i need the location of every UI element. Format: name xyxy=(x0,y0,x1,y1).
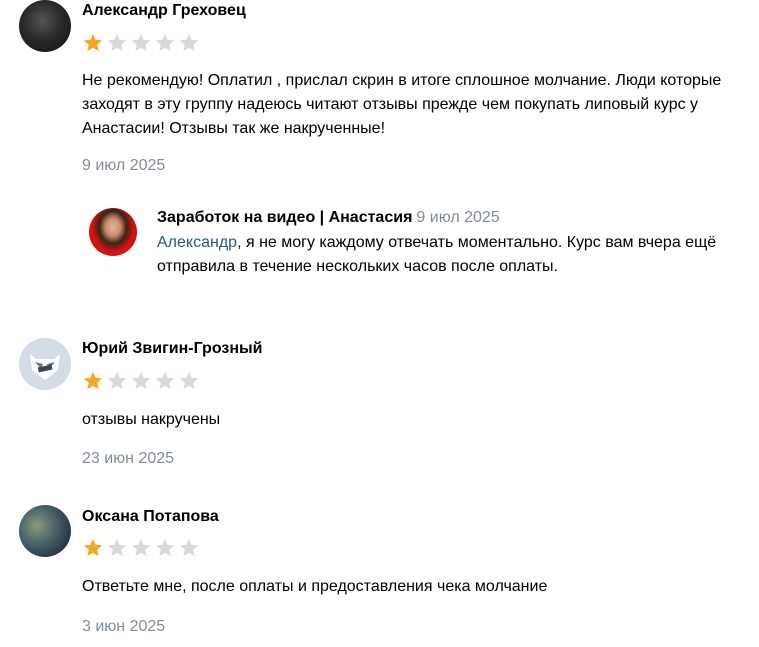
rating-stars xyxy=(82,537,200,559)
review-date[interactable]: 23 июн 2025 xyxy=(82,450,174,468)
reply-author-line: Заработок на видео | Анастасия 9 июл 2025 xyxy=(157,209,500,227)
admin-reply: Заработок на видео | Анастасия 9 июл 2025… xyxy=(0,205,759,285)
reply-author[interactable]: Заработок на видео | Анастасия xyxy=(157,209,412,226)
review-date[interactable]: 9 июл 2025 xyxy=(82,157,165,175)
star-filled-icon xyxy=(83,33,103,52)
star-filled-icon xyxy=(83,371,103,390)
reply-text: Александр, я не могу каждому отвечать мо… xyxy=(157,231,747,279)
star-empty-icon xyxy=(131,538,151,557)
review-text: отзывы накручены xyxy=(82,411,221,428)
star-empty-icon xyxy=(155,538,175,557)
star-empty-icon xyxy=(179,371,199,390)
review-author[interactable]: Александр Греховец xyxy=(82,2,246,20)
star-empty-icon xyxy=(179,538,199,557)
review-text: Не рекомендую! Оплатил , прислал скрин в… xyxy=(82,72,722,137)
star-empty-icon xyxy=(155,33,175,52)
review-item: Александр Греховец Не рекомендую! Оплати… xyxy=(0,0,759,300)
star-empty-icon xyxy=(107,371,127,390)
avatar[interactable] xyxy=(19,0,71,52)
star-empty-icon xyxy=(155,371,175,390)
review-author[interactable]: Юрий Звигин-Грозный xyxy=(82,340,263,358)
rating-stars xyxy=(82,370,200,392)
star-filled-icon xyxy=(83,538,103,557)
review-text: Ответьте мне, после оплаты и предоставле… xyxy=(82,578,548,595)
reply-text-body: , я не могу каждому отвечать моментально… xyxy=(157,234,717,275)
avatar[interactable] xyxy=(19,338,71,390)
review-author[interactable]: Оксана Потапова xyxy=(82,508,219,526)
review-item: Оксана Потапова Ответьте мне, после опла… xyxy=(0,503,759,647)
reply-mention-link[interactable]: Александр xyxy=(157,234,237,251)
rating-stars xyxy=(82,32,200,54)
bear-icon xyxy=(19,338,71,390)
star-empty-icon xyxy=(131,33,151,52)
star-empty-icon xyxy=(107,33,127,52)
star-empty-icon xyxy=(179,33,199,52)
avatar[interactable] xyxy=(19,505,71,557)
star-empty-icon xyxy=(107,538,127,557)
reply-date[interactable]: 9 июл 2025 xyxy=(416,209,499,226)
reply-avatar[interactable] xyxy=(89,208,137,256)
star-empty-icon xyxy=(131,371,151,390)
review-item: Юрий Звигин-Грозный отзывы накручены 23 … xyxy=(0,335,759,485)
review-date[interactable]: 3 июн 2025 xyxy=(82,618,165,636)
